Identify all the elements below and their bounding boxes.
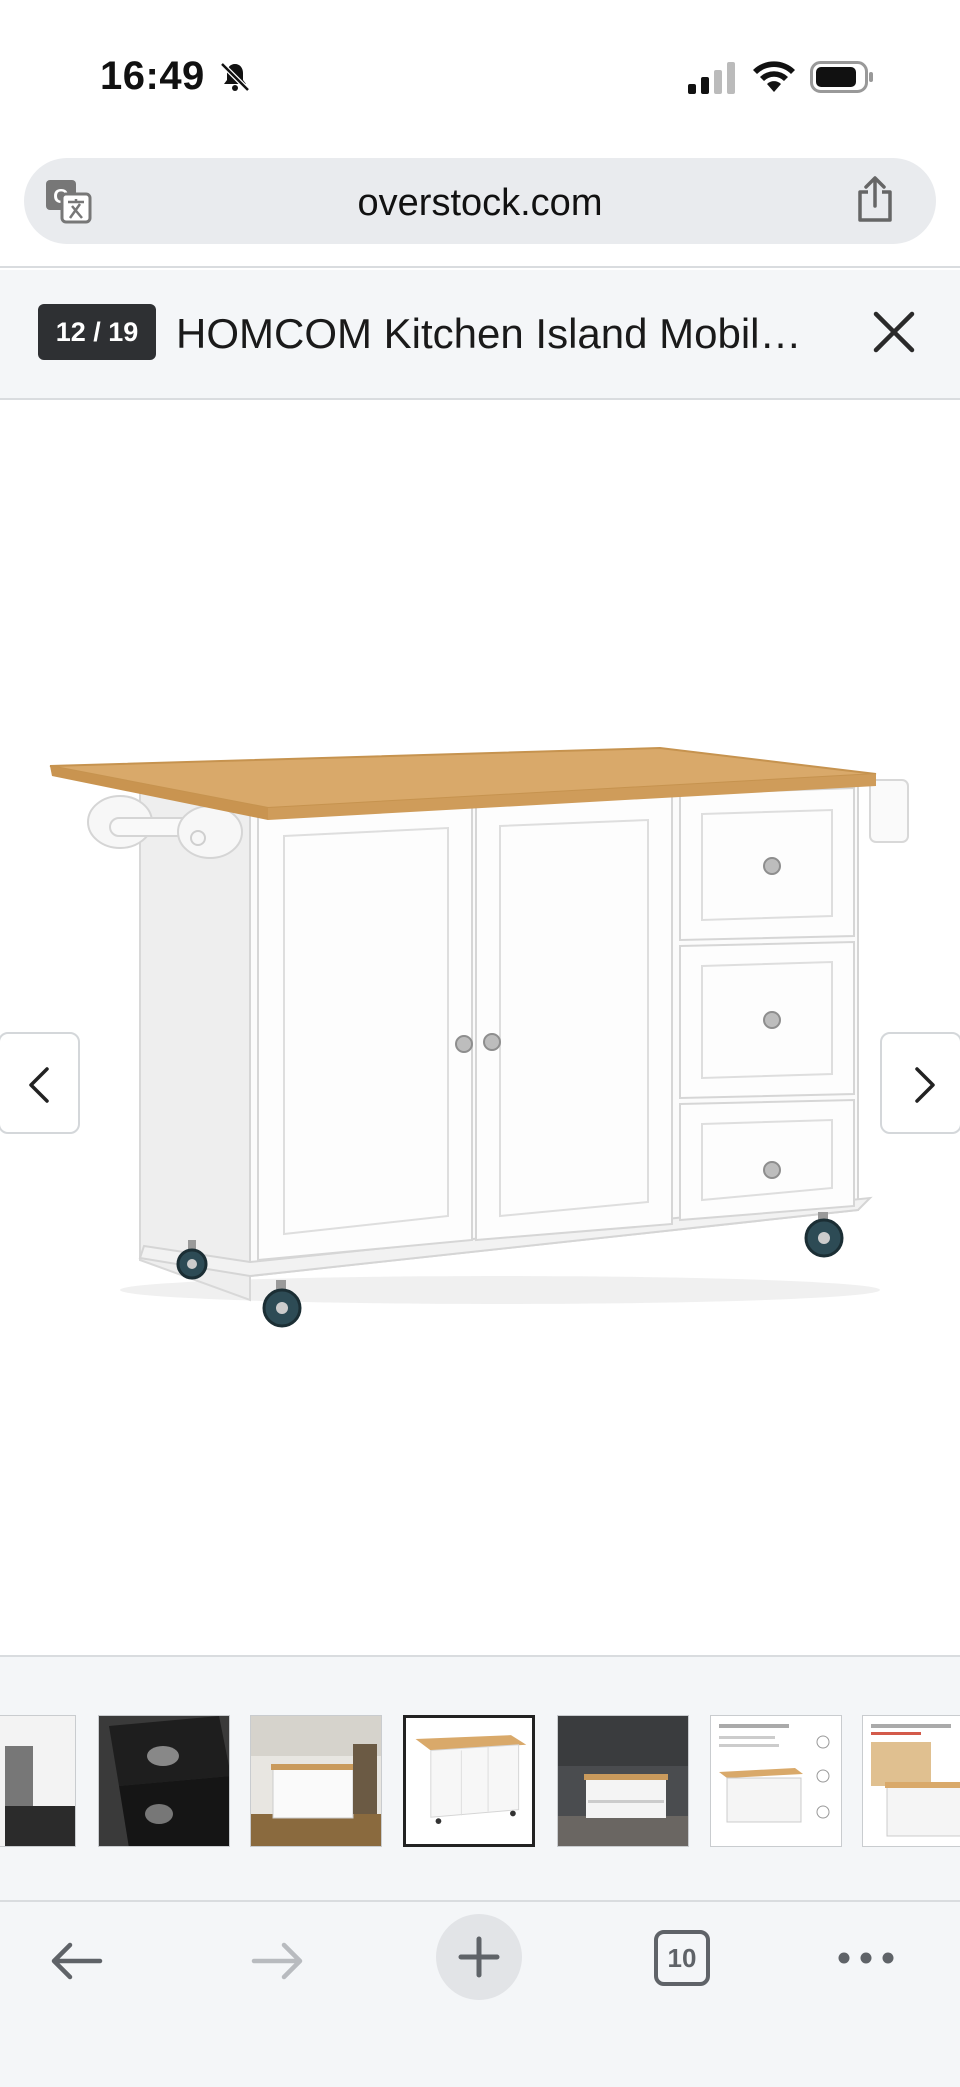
thumbnail-dark-kitchen-image bbox=[558, 1716, 688, 1846]
thumbnail-white-island[interactable] bbox=[403, 1715, 535, 1847]
tab-switcher-button[interactable]: 10 bbox=[654, 1930, 710, 1986]
gallery-header: 12 / 19 HOMCOM Kitchen Island Mobil… bbox=[0, 270, 960, 400]
status-time: 16:49 bbox=[100, 54, 205, 98]
new-tab-button[interactable] bbox=[436, 1914, 522, 2000]
browser-toolbar: 10 bbox=[0, 1900, 960, 2087]
plus-icon bbox=[458, 1936, 500, 1978]
url-text[interactable]: overstock.com bbox=[24, 182, 936, 225]
forward-arrow-icon[interactable] bbox=[248, 1936, 308, 1986]
more-dots-icon[interactable] bbox=[836, 1942, 896, 1974]
image-viewer bbox=[0, 400, 960, 1655]
thumbnail-white-island-image bbox=[406, 1718, 532, 1844]
gallery-title: HOMCOM Kitchen Island Mobil… bbox=[176, 310, 802, 357]
thumbnail-kitchen-scene[interactable] bbox=[250, 1715, 382, 1847]
share-icon[interactable] bbox=[854, 176, 896, 224]
thumbnail-partial[interactable] bbox=[0, 1715, 76, 1847]
close-icon[interactable] bbox=[868, 306, 920, 358]
product-image[interactable] bbox=[40, 650, 920, 1340]
previous-image-button[interactable] bbox=[0, 1032, 80, 1134]
cellular-signal-icon bbox=[688, 62, 735, 94]
thumbnail-dimensions-chart[interactable] bbox=[710, 1715, 842, 1847]
chevron-left-icon bbox=[29, 1067, 49, 1103]
battery-icon bbox=[810, 61, 873, 93]
image-counter-badge: 12 / 19 bbox=[38, 304, 156, 360]
status-bar: 16:49 bbox=[0, 0, 960, 150]
next-image-button[interactable] bbox=[880, 1032, 960, 1134]
thumbnail-strip bbox=[0, 1655, 960, 1900]
thumbnail-dimensions-chart-image bbox=[711, 1716, 841, 1846]
thumbnail-details-chart-image bbox=[863, 1716, 960, 1846]
thumbnail-kitchen-scene-image bbox=[251, 1716, 381, 1846]
wifi-icon bbox=[753, 61, 795, 92]
address-bar-container: G overstock.com bbox=[0, 150, 960, 268]
thumbnail-partial-image bbox=[0, 1716, 75, 1846]
address-bar[interactable]: G overstock.com bbox=[24, 158, 936, 244]
chevron-right-icon bbox=[915, 1067, 935, 1103]
thumbnail-details-chart[interactable] bbox=[862, 1715, 960, 1847]
bell-slash-icon bbox=[220, 62, 250, 92]
thumbnail-black-drawers[interactable] bbox=[98, 1715, 230, 1847]
thumbnail-dark-kitchen[interactable] bbox=[557, 1715, 689, 1847]
thumbnail-black-drawers-image bbox=[99, 1716, 229, 1846]
back-arrow-icon[interactable] bbox=[46, 1936, 106, 1986]
